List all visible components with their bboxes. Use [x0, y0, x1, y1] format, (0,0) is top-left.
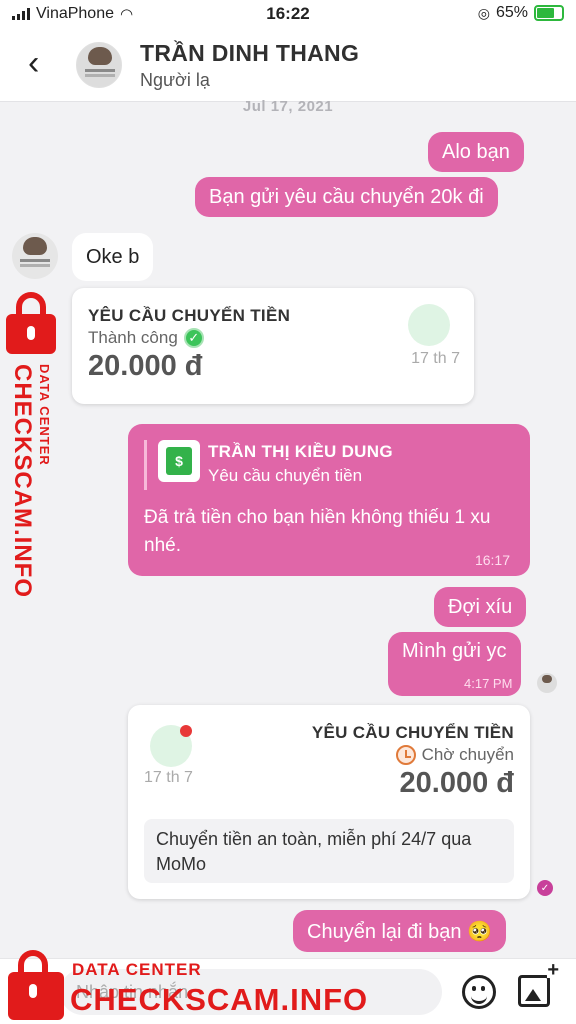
card-date: 17 th 7	[411, 350, 460, 367]
reply-message-bubble[interactable]: $ TRẦN THỊ KIỀU DUNG Yêu cầu chuyển tiền…	[128, 424, 530, 576]
card-amount: 20.000 đ	[88, 350, 203, 382]
check-circle-icon: ✓	[183, 328, 204, 348]
transfer-request-card[interactable]: 17 th 7 YÊU CẦU CHUYỂN TIỀN Chờ chuyển 2…	[128, 705, 530, 899]
card-title: YÊU CẦU CHUYỂN TIỀN	[88, 306, 291, 325]
status-bar: VinaPhone ◠ 16:22 ◎ 65%	[0, 0, 576, 28]
transfer-request-card[interactable]: YÊU CẦU CHUYỂN TIỀN Thành công ✓ 20.000 …	[72, 288, 474, 404]
message-text: Đã trả tiền cho bạn hiền không thiếu 1 x…	[144, 507, 491, 556]
watermark-text: CHECKSCAM.INFO	[9, 364, 36, 598]
watermark-text: DATA CENTER	[72, 960, 202, 979]
message-text: Bạn gửi yêu cầu chuyển 20k đi	[209, 185, 484, 208]
seen-check-icon: ✓	[537, 880, 553, 896]
money-transfer-icon	[408, 304, 450, 346]
message-bubble-out[interactable]: Đợi xíu	[434, 587, 527, 627]
seen-avatar	[537, 673, 557, 693]
orientation-lock-icon: ◎	[477, 4, 490, 21]
quote-bar	[144, 440, 147, 490]
watermark-lock-icon	[8, 950, 64, 1020]
message-bubble-in[interactable]: Oke b	[72, 233, 154, 281]
message-text: Chuyển lại đi bạn 🥺	[307, 920, 493, 943]
request-money-icon	[150, 725, 192, 767]
card-title: YÊU CẦU CHUYỂN TIỀN	[311, 723, 514, 742]
quoted-subtitle: Yêu cầu chuyển tiền	[208, 466, 363, 485]
message-text: Alo bạn	[442, 140, 510, 163]
promo-text: Chuyển tiền an toàn, miễn phí 24/7 qua M…	[144, 819, 514, 883]
card-date: 17 th 7	[144, 769, 193, 786]
message-bubble-out[interactable]: Bạn gửi yêu cầu chuyển 20k đi	[195, 177, 498, 217]
message-bubble-out[interactable]: Chuyển lại đi bạn 🥺	[293, 910, 507, 952]
quoted-sender: TRẦN THỊ KIỀU DUNG	[208, 442, 393, 461]
clock-icon	[395, 745, 416, 765]
battery-percent: 65%	[495, 4, 528, 21]
card-status: Thành công	[88, 328, 178, 347]
avatar[interactable]	[76, 42, 122, 88]
emoji-icon[interactable]	[462, 975, 496, 1009]
message-text: Mình gửi yc	[402, 640, 507, 662]
message-time: 16:17	[474, 552, 510, 568]
date-separator: Jul 17, 2021	[242, 98, 334, 115]
watermark-text: DATA CENTER	[37, 364, 52, 466]
card-status: Chờ chuyển	[421, 745, 514, 764]
add-image-icon[interactable]	[518, 962, 559, 1007]
message-bubble-out[interactable]: Alo bạn	[428, 132, 524, 172]
watermark-lock-icon	[6, 292, 56, 354]
chat-header: ‹ TRẦN DINH THANG Người lạ	[0, 28, 576, 102]
contact-status: Người lạ	[140, 70, 210, 90]
message-text: Oke b	[86, 245, 140, 268]
contact-name[interactable]: TRẦN DINH THANG	[140, 40, 359, 67]
card-amount: 20.000 đ	[399, 767, 514, 799]
watermark-text: CHECKSCAM.INFO	[70, 982, 369, 1017]
avatar[interactable]	[12, 233, 58, 279]
message-text: Đợi xíu	[448, 595, 513, 618]
download-money-icon: $	[158, 440, 200, 482]
message-time: 4:17 PM	[464, 676, 513, 691]
battery-icon	[534, 5, 564, 21]
chevron-left-icon[interactable]: ‹	[28, 46, 39, 80]
